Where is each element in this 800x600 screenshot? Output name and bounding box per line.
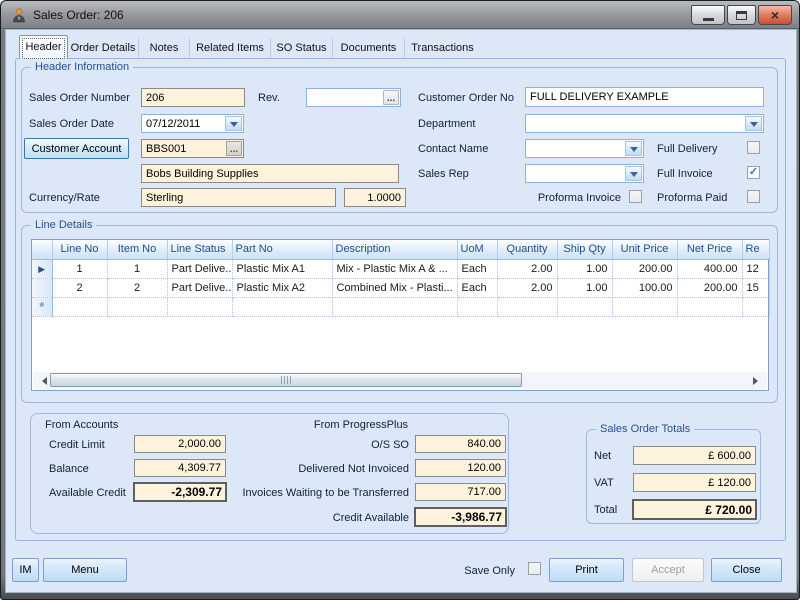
maximize-icon	[736, 10, 747, 20]
print-button[interactable]: Print	[549, 558, 624, 582]
tab-related-items[interactable]: Related Items	[190, 38, 271, 58]
minimize-icon	[702, 18, 714, 21]
header-information-legend: Header Information	[31, 61, 134, 73]
menu-button[interactable]: Menu	[43, 558, 127, 582]
window-person-icon	[13, 8, 25, 23]
tab-header-label: Header	[25, 41, 62, 53]
save-only-checkbox[interactable]: ✓	[528, 562, 541, 575]
close-window-button[interactable]: ×	[758, 5, 792, 25]
window-title: Sales Order: 206	[33, 8, 124, 22]
line-details-legend: Line Details	[31, 219, 97, 231]
tab-notes[interactable]: Notes	[139, 38, 190, 58]
save-only-label: Save Only	[464, 565, 515, 577]
sales-order-totals-legend: Sales Order Totals	[596, 423, 695, 435]
sales-order-window: Sales Order: 206 × Header Order Details …	[0, 0, 800, 600]
im-button[interactable]: IM	[12, 558, 39, 582]
tab-page	[15, 58, 786, 541]
tab-transactions[interactable]: Transactions	[405, 38, 480, 58]
tab-label: Order Details	[70, 42, 136, 54]
tab-header[interactable]: Header	[19, 35, 68, 59]
tab-label: Notes	[149, 42, 179, 54]
close-button[interactable]: Close	[711, 558, 782, 582]
tab-label: Related Items	[196, 42, 264, 54]
accept-button[interactable]: Accept	[632, 558, 704, 582]
tab-label: Documents	[340, 42, 397, 54]
tab-order-details[interactable]: Order Details	[68, 38, 139, 58]
tab-label: SO Status	[276, 42, 327, 54]
titlebar[interactable]: Sales Order: 206 ×	[1, 1, 799, 29]
tab-label: Transactions	[411, 42, 474, 54]
maximize-button[interactable]	[727, 5, 756, 25]
tab-documents[interactable]: Documents	[333, 38, 405, 58]
close-icon: ×	[770, 7, 780, 23]
minimize-button[interactable]	[691, 5, 725, 25]
tab-so-status[interactable]: SO Status	[271, 38, 333, 58]
